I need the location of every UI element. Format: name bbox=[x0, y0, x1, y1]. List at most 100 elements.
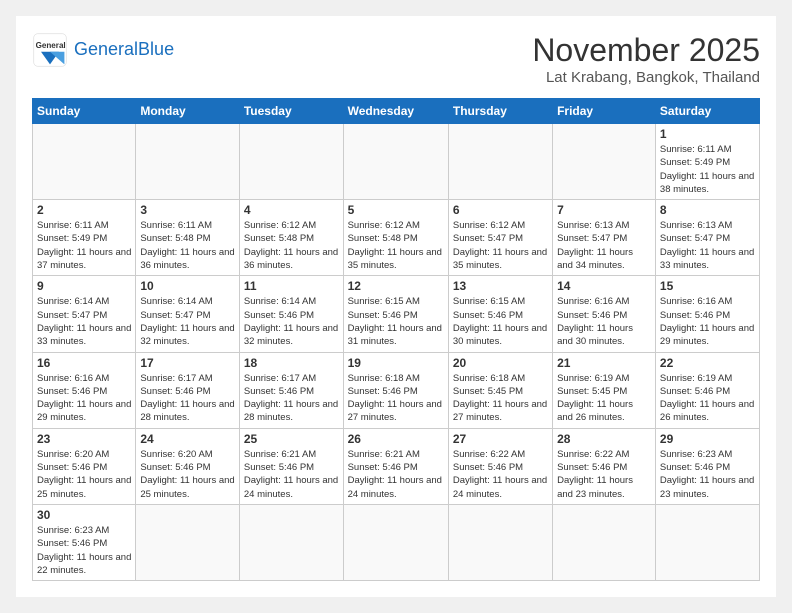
table-row bbox=[343, 124, 448, 200]
table-row: 8 Sunrise: 6:13 AMSunset: 5:47 PMDaylight… bbox=[655, 200, 759, 276]
day-number: 24 bbox=[140, 432, 235, 446]
month-title: November 2025 bbox=[532, 32, 760, 69]
day-number: 8 bbox=[660, 203, 755, 217]
calendar-week-row: 1 Sunrise: 6:11 AMSunset: 5:49 PMDaylight… bbox=[33, 124, 760, 200]
day-info: Sunrise: 6:16 AMSunset: 5:46 PMDaylight:… bbox=[37, 372, 131, 425]
day-number: 17 bbox=[140, 356, 235, 370]
col-thursday: Thursday bbox=[448, 99, 552, 124]
day-info: Sunrise: 6:16 AMSunset: 5:46 PMDaylight:… bbox=[660, 295, 755, 348]
logo: General GeneralBlue bbox=[32, 32, 174, 68]
calendar-header-row: Sunday Monday Tuesday Wednesday Thursday… bbox=[33, 99, 760, 124]
table-row: 26Sunrise: 6:21 AMSunset: 5:46 PMDayligh… bbox=[343, 428, 448, 504]
logo-blue: Blue bbox=[138, 39, 174, 59]
day-info: Sunrise: 6:22 AMSunset: 5:46 PMDaylight:… bbox=[557, 448, 651, 501]
table-row: 16 Sunrise: 6:16 AMSunset: 5:46 PMDayligh… bbox=[33, 352, 136, 428]
day-number: 11 bbox=[244, 279, 339, 293]
col-tuesday: Tuesday bbox=[239, 99, 343, 124]
table-row bbox=[239, 504, 343, 580]
table-row: 23Sunrise: 6:20 AMSunset: 5:46 PMDayligh… bbox=[33, 428, 136, 504]
day-info: Sunrise: 6:13 AMSunset: 5:47 PMDaylight:… bbox=[660, 219, 755, 272]
table-row bbox=[655, 504, 759, 580]
day-info: Sunrise: 6:17 AMSunset: 5:46 PMDaylight:… bbox=[244, 372, 339, 425]
day-info: Sunrise: 6:21 AMSunset: 5:46 PMDaylight:… bbox=[244, 448, 339, 501]
day-info: Sunrise: 6:11 AMSunset: 5:49 PMDaylight:… bbox=[660, 143, 755, 196]
day-info: Sunrise: 6:21 AMSunset: 5:46 PMDaylight:… bbox=[348, 448, 444, 501]
day-info: Sunrise: 6:17 AMSunset: 5:46 PMDaylight:… bbox=[140, 372, 235, 425]
logo-icon: General bbox=[32, 32, 68, 68]
day-number: 2 bbox=[37, 203, 131, 217]
day-number: 16 bbox=[37, 356, 131, 370]
location: Lat Krabang, Bangkok, Thailand bbox=[532, 69, 760, 86]
table-row: 14 Sunrise: 6:16 AMSunset: 5:46 PMDayligh… bbox=[553, 276, 656, 352]
day-info: Sunrise: 6:18 AMSunset: 5:45 PMDaylight:… bbox=[453, 372, 548, 425]
table-row: 25Sunrise: 6:21 AMSunset: 5:46 PMDayligh… bbox=[239, 428, 343, 504]
calendar-week-row: 2 Sunrise: 6:11 AMSunset: 5:49 PMDaylight… bbox=[33, 200, 760, 276]
table-row: 19 Sunrise: 6:18 AMSunset: 5:46 PMDayligh… bbox=[343, 352, 448, 428]
day-info: Sunrise: 6:15 AMSunset: 5:46 PMDaylight:… bbox=[348, 295, 444, 348]
title-block: November 2025 Lat Krabang, Bangkok, Thai… bbox=[532, 32, 760, 86]
logo-general: General bbox=[74, 39, 138, 59]
day-number: 18 bbox=[244, 356, 339, 370]
day-number: 9 bbox=[37, 279, 131, 293]
table-row: 2 Sunrise: 6:11 AMSunset: 5:49 PMDaylight… bbox=[33, 200, 136, 276]
table-row: 3Sunrise: 6:11 AMSunset: 5:48 PMDaylight… bbox=[136, 200, 240, 276]
col-wednesday: Wednesday bbox=[343, 99, 448, 124]
day-number: 15 bbox=[660, 279, 755, 293]
table-row: 30 Sunrise: 6:23 AMSunset: 5:46 PMDayligh… bbox=[33, 504, 136, 580]
day-number: 19 bbox=[348, 356, 444, 370]
table-row: 11 Sunrise: 6:14 AMSunset: 5:46 PMDayligh… bbox=[239, 276, 343, 352]
table-row: 1 Sunrise: 6:11 AMSunset: 5:49 PMDaylight… bbox=[655, 124, 759, 200]
table-row bbox=[239, 124, 343, 200]
day-info: Sunrise: 6:15 AMSunset: 5:46 PMDaylight:… bbox=[453, 295, 548, 348]
day-number: 14 bbox=[557, 279, 651, 293]
svg-text:General: General bbox=[36, 41, 66, 50]
table-row bbox=[136, 124, 240, 200]
day-info: Sunrise: 6:11 AMSunset: 5:49 PMDaylight:… bbox=[37, 219, 131, 272]
day-info: Sunrise: 6:19 AMSunset: 5:46 PMDaylight:… bbox=[660, 372, 755, 425]
table-row bbox=[33, 124, 136, 200]
day-number: 4 bbox=[244, 203, 339, 217]
calendar-page: General GeneralBlue November 2025 Lat Kr… bbox=[16, 16, 776, 597]
table-row bbox=[343, 504, 448, 580]
table-row: 28 Sunrise: 6:22 AMSunset: 5:46 PMDayligh… bbox=[553, 428, 656, 504]
day-number: 20 bbox=[453, 356, 548, 370]
day-info: Sunrise: 6:20 AMSunset: 5:46 PMDaylight:… bbox=[37, 448, 131, 501]
day-info: Sunrise: 6:14 AMSunset: 5:47 PMDaylight:… bbox=[37, 295, 131, 348]
col-sunday: Sunday bbox=[33, 99, 136, 124]
calendar-week-row: 9 Sunrise: 6:14 AMSunset: 5:47 PMDaylight… bbox=[33, 276, 760, 352]
page-header: General GeneralBlue November 2025 Lat Kr… bbox=[32, 32, 760, 86]
col-friday: Friday bbox=[553, 99, 656, 124]
day-number: 1 bbox=[660, 127, 755, 141]
day-info: Sunrise: 6:16 AMSunset: 5:46 PMDaylight:… bbox=[557, 295, 651, 348]
day-number: 22 bbox=[660, 356, 755, 370]
table-row: 10Sunrise: 6:14 AMSunset: 5:47 PMDayligh… bbox=[136, 276, 240, 352]
day-number: 6 bbox=[453, 203, 548, 217]
day-info: Sunrise: 6:14 AMSunset: 5:46 PMDaylight:… bbox=[244, 295, 339, 348]
day-info: Sunrise: 6:20 AMSunset: 5:46 PMDaylight:… bbox=[140, 448, 235, 501]
table-row bbox=[553, 504, 656, 580]
day-number: 30 bbox=[37, 508, 131, 522]
day-info: Sunrise: 6:18 AMSunset: 5:46 PMDaylight:… bbox=[348, 372, 444, 425]
day-number: 5 bbox=[348, 203, 444, 217]
col-saturday: Saturday bbox=[655, 99, 759, 124]
day-number: 3 bbox=[140, 203, 235, 217]
table-row: 9 Sunrise: 6:14 AMSunset: 5:47 PMDaylight… bbox=[33, 276, 136, 352]
table-row: 29Sunrise: 6:23 AMSunset: 5:46 PMDayligh… bbox=[655, 428, 759, 504]
day-number: 7 bbox=[557, 203, 651, 217]
table-row: 6Sunrise: 6:12 AMSunset: 5:47 PMDaylight… bbox=[448, 200, 552, 276]
table-row: 21Sunrise: 6:19 AMSunset: 5:45 PMDayligh… bbox=[553, 352, 656, 428]
day-number: 27 bbox=[453, 432, 548, 446]
day-info: Sunrise: 6:22 AMSunset: 5:46 PMDaylight:… bbox=[453, 448, 548, 501]
table-row: 5Sunrise: 6:12 AMSunset: 5:48 PMDaylight… bbox=[343, 200, 448, 276]
table-row bbox=[136, 504, 240, 580]
col-monday: Monday bbox=[136, 99, 240, 124]
table-row: 22 Sunrise: 6:19 AMSunset: 5:46 PMDayligh… bbox=[655, 352, 759, 428]
table-row: 13Sunrise: 6:15 AMSunset: 5:46 PMDayligh… bbox=[448, 276, 552, 352]
day-info: Sunrise: 6:23 AMSunset: 5:46 PMDaylight:… bbox=[660, 448, 755, 501]
day-number: 28 bbox=[557, 432, 651, 446]
day-info: Sunrise: 6:12 AMSunset: 5:48 PMDaylight:… bbox=[244, 219, 339, 272]
table-row: 7Sunrise: 6:13 AMSunset: 5:47 PMDaylight… bbox=[553, 200, 656, 276]
table-row bbox=[448, 124, 552, 200]
day-info: Sunrise: 6:23 AMSunset: 5:46 PMDaylight:… bbox=[37, 524, 131, 577]
table-row: 12Sunrise: 6:15 AMSunset: 5:46 PMDayligh… bbox=[343, 276, 448, 352]
